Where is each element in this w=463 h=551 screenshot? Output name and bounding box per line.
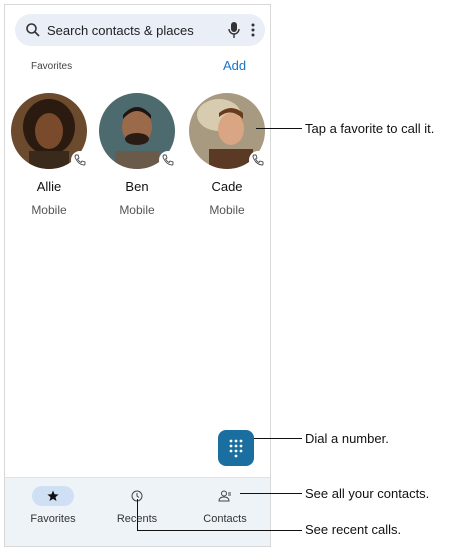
callout-line-dial bbox=[254, 438, 302, 439]
dialpad-button[interactable] bbox=[218, 430, 254, 466]
callout-dial: Dial a number. bbox=[305, 431, 389, 446]
avatar[interactable] bbox=[189, 93, 267, 169]
callout-favorite: Tap a favorite to call it. bbox=[305, 121, 435, 136]
contact-phone-type: Mobile bbox=[119, 203, 155, 217]
phone-icon bbox=[249, 151, 267, 169]
more-options-icon[interactable] bbox=[251, 23, 255, 37]
phone-icon bbox=[159, 151, 177, 169]
callout-line-favorite bbox=[256, 128, 302, 129]
nav-contacts[interactable]: Contacts bbox=[185, 486, 265, 525]
contact-name: Cade bbox=[211, 179, 243, 194]
avatar[interactable] bbox=[11, 93, 89, 169]
dialpad-icon bbox=[229, 439, 243, 458]
nav-label: Contacts bbox=[203, 513, 247, 525]
contact-name: Ben bbox=[125, 179, 149, 194]
nav-favorites[interactable]: Favorites bbox=[13, 486, 93, 525]
star-icon bbox=[47, 490, 59, 501]
favorites-heading: Favorites bbox=[31, 61, 73, 72]
favorite-contact-ben[interactable]: Ben Mobile bbox=[97, 93, 177, 217]
nav-active-indicator bbox=[32, 486, 74, 506]
callout-line-recents bbox=[137, 530, 302, 531]
callout-recents: See recent calls. bbox=[305, 522, 402, 537]
contact-phone-type: Mobile bbox=[31, 203, 67, 217]
search-input[interactable]: Search contacts & places bbox=[47, 23, 227, 38]
search-icon bbox=[26, 23, 40, 37]
phone-screen: Search contacts & places Favorites Add A… bbox=[4, 4, 271, 547]
nav-icon-container bbox=[204, 486, 246, 506]
callout-contacts: See all your contacts. bbox=[305, 486, 430, 501]
phone-icon bbox=[71, 151, 89, 169]
search-bar[interactable]: Search contacts & places bbox=[15, 14, 265, 46]
callout-line-contacts bbox=[240, 493, 302, 494]
favorite-contact-allie[interactable]: Allie Mobile bbox=[9, 93, 89, 217]
contacts-icon bbox=[218, 490, 231, 502]
contact-name: Allie bbox=[36, 179, 62, 194]
contact-phone-type: Mobile bbox=[209, 203, 245, 217]
favorite-contact-cade[interactable]: Cade Mobile bbox=[187, 93, 267, 217]
add-favorite-button[interactable]: Add bbox=[223, 58, 246, 73]
avatar[interactable] bbox=[99, 93, 177, 169]
callout-line-recents-vertical bbox=[137, 499, 138, 530]
mic-icon[interactable] bbox=[227, 21, 241, 39]
nav-label: Favorites bbox=[30, 513, 76, 525]
